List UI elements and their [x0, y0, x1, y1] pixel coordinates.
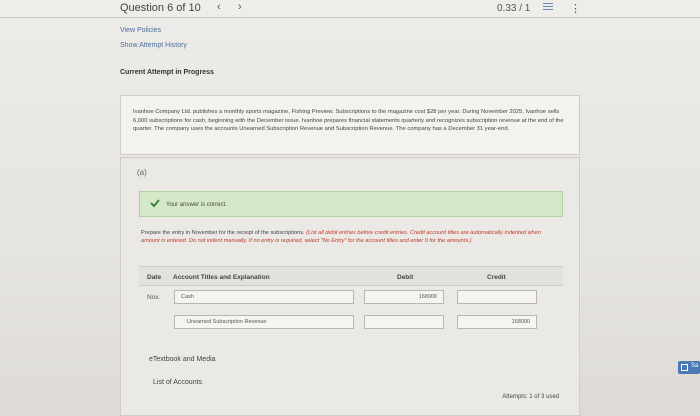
journal-table-header: Date Account Titles and Explanation Debi…	[139, 266, 563, 286]
row-date: Nov.	[147, 294, 160, 301]
account-title-field[interactable]: Unearned Subscription Revenue	[174, 315, 354, 329]
question-label: Question 6 of 10	[120, 2, 201, 14]
question-header: Question 6 of 10 ‹ › 0.33 / 1 ⋮	[0, 0, 700, 18]
feedback-text: Your answer is correct.	[166, 202, 227, 208]
problem-text: Ivanhoe Company Ltd. publishes a monthly…	[133, 109, 564, 133]
list-icon[interactable]	[543, 3, 553, 13]
check-icon	[150, 199, 160, 208]
current-attempt-label: Current Attempt in Progress	[120, 69, 214, 76]
header-debit: Debit	[397, 274, 414, 281]
more-vertical-icon[interactable]: ⋮	[570, 2, 581, 15]
instructions: Prepare the entry in November for the re…	[141, 229, 561, 245]
side-save-button[interactable]: Sa	[678, 361, 700, 374]
save-icon	[681, 364, 688, 371]
account-title-field[interactable]: Cash	[174, 290, 354, 304]
score-display: 0.33 / 1	[497, 3, 531, 14]
list-of-accounts-link[interactable]: List of Accounts	[153, 379, 202, 386]
instructions-main: Prepare the entry in November for the re…	[141, 230, 307, 236]
etextbook-link[interactable]: eTextbook and Media	[149, 356, 216, 363]
side-button-label: Sa	[691, 363, 699, 369]
feedback-banner: Your answer is correct.	[139, 191, 563, 217]
chevron-right-icon[interactable]: ›	[238, 1, 242, 13]
debit-field[interactable]: 168000	[364, 290, 444, 304]
header-date: Date	[147, 274, 162, 281]
chevron-left-icon[interactable]: ‹	[217, 1, 221, 13]
question-page: Question 6 of 10 ‹ › 0.33 / 1 ⋮ View Pol…	[0, 0, 700, 416]
credit-field[interactable]	[457, 290, 537, 304]
debit-field[interactable]	[364, 315, 444, 329]
header-account: Account Titles and Explanation	[173, 274, 270, 281]
view-policies-link[interactable]: View Policies	[120, 27, 161, 34]
header-credit: Credit	[487, 274, 506, 281]
credit-field[interactable]: 168000	[457, 315, 537, 329]
problem-statement-box: Ivanhoe Company Ltd. publishes a monthly…	[120, 95, 580, 155]
attempts-counter: Attempts: 1 of 3 used	[502, 394, 559, 400]
show-attempt-history-link[interactable]: Show Attempt History	[120, 42, 187, 49]
part-label: (a)	[137, 168, 147, 177]
part-a-panel: (a) Your answer is correct. Prepare the …	[120, 157, 580, 416]
